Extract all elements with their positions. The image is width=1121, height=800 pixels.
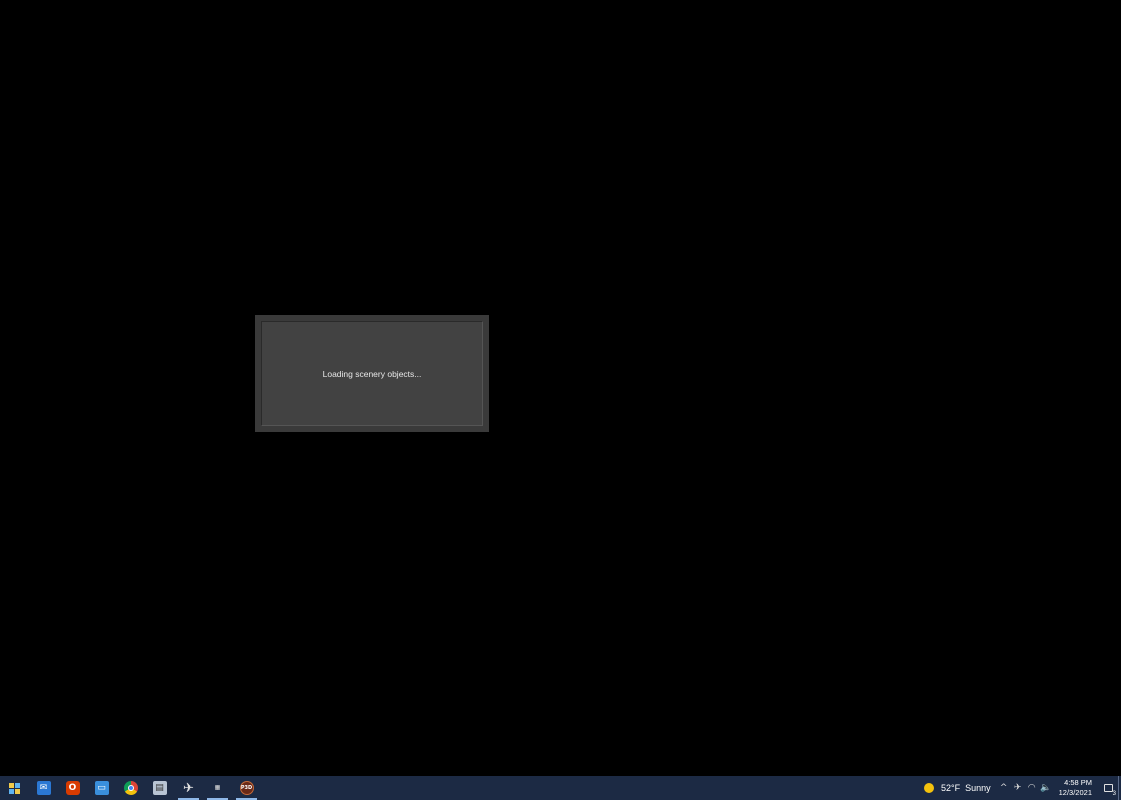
clock-date: 12/3/2021	[1058, 788, 1092, 797]
loading-dialog: Loading scenery objects...	[255, 315, 489, 432]
files-icon: ▤	[152, 781, 167, 795]
taskbar-p3d-button[interactable]: P3D	[232, 776, 261, 800]
weather-temperature: 52°F	[940, 783, 961, 793]
weather-condition: Sunny	[965, 783, 991, 793]
mail-icon: ✉	[36, 781, 51, 795]
taskbar: ✉ O ▭ ▤ ✈ ▦ P3D 52°F Sunny ^ ✈ ◠ 🔈 4:58 …	[0, 776, 1121, 800]
drone-icon: ✈	[183, 780, 194, 796]
weather-widget[interactable]: 52°F Sunny	[918, 776, 997, 800]
notification-count: 3	[1112, 791, 1116, 797]
explorer-icon: ▭	[94, 781, 109, 795]
p3d-icon: P3D	[239, 781, 254, 795]
notification-center-button[interactable]: 3	[1098, 776, 1118, 800]
system-tray: 52°F Sunny ^ ✈ ◠ 🔈 4:58 PM 12/3/2021 3	[918, 776, 1121, 800]
taskbar-sim-app-button[interactable]: ▦	[203, 776, 232, 800]
taskbar-explorer-button[interactable]: ▭	[87, 776, 116, 800]
taskbar-mail-button[interactable]: ✉	[29, 776, 58, 800]
sun-icon	[923, 783, 934, 793]
chrome-icon	[123, 781, 138, 795]
notification-icon	[1103, 784, 1113, 792]
volume-icon[interactable]: 🔈	[1039, 776, 1053, 800]
taskbar-files-button[interactable]: ▤	[145, 776, 174, 800]
windows-logo-icon	[9, 782, 20, 794]
office-icon: O	[65, 781, 80, 795]
taskbar-drone-button[interactable]: ✈	[174, 776, 203, 800]
loading-message: Loading scenery objects...	[322, 368, 422, 379]
start-button[interactable]	[0, 776, 29, 800]
desktop-background: Loading scenery objects...	[0, 0, 1121, 776]
taskbar-office-button[interactable]: O	[58, 776, 87, 800]
clock[interactable]: 4:58 PM 12/3/2021	[1053, 776, 1098, 800]
tray-drone-icon[interactable]: ✈	[1011, 776, 1025, 800]
clock-time: 4:58 PM	[1064, 778, 1092, 787]
loading-dialog-body: Loading scenery objects...	[261, 321, 483, 426]
network-icon[interactable]: ◠	[1025, 776, 1039, 800]
chevron-up-icon[interactable]: ^	[997, 776, 1011, 800]
taskbar-chrome-button[interactable]	[116, 776, 145, 800]
sim-app-icon: ▦	[214, 784, 221, 791]
